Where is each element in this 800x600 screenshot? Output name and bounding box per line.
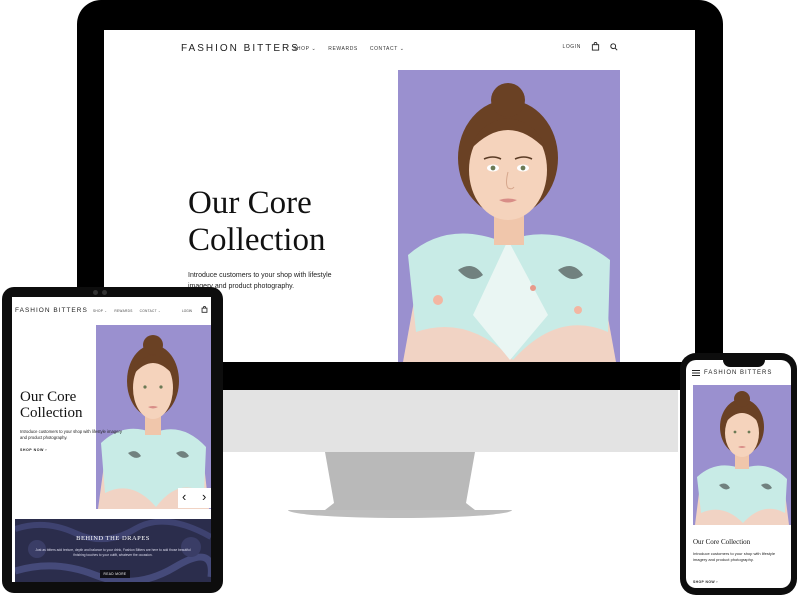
tablet-carousel-controls: ‹ › — [178, 488, 211, 508]
tablet-hero-image — [96, 325, 211, 509]
chevron-left-icon[interactable]: ‹ — [182, 490, 186, 504]
tablet-shop-now-link[interactable]: SHOP NOW › — [20, 448, 47, 452]
search-icon[interactable] — [610, 42, 618, 51]
tablet-nav-contact[interactable]: CONTACT ⌄ — [140, 309, 161, 313]
arrow-right-icon: › — [716, 580, 718, 584]
chevron-down-icon: ⌄ — [311, 46, 317, 52]
desktop-nav-rewards[interactable]: REWARDS — [328, 46, 358, 52]
phone-notch — [723, 356, 765, 367]
tablet-nav-shop[interactable]: SHOP ⌄ — [93, 309, 107, 313]
tablet-nav-rewards[interactable]: REWARDS — [114, 309, 132, 313]
desktop-hero-title: Our Core Collection — [188, 185, 326, 258]
desktop-hero-image — [398, 70, 620, 362]
tablet-hero-description: Introduce customers to your shop with li… — [20, 429, 122, 440]
phone-hero-description: Introduce customers to your shop with li… — [693, 551, 776, 562]
arrow-right-icon: › — [45, 448, 48, 452]
shopping-bag-icon[interactable] — [591, 42, 600, 51]
desktop-nav-shop[interactable]: SHOP ⌄ — [293, 46, 316, 52]
tablet-hero-title: Our Core Collection — [20, 389, 83, 421]
desktop-monitor-base — [288, 510, 512, 518]
desktop-brand-logo[interactable]: FASHION BITTERS — [181, 43, 300, 54]
tablet-banner-title: BEHIND THE DRAPES — [76, 535, 150, 542]
tablet-login-link[interactable]: LOGIN — [182, 309, 192, 313]
desktop-main-nav: SHOP ⌄ REWARDS CONTACT ⌄ — [293, 46, 405, 52]
phone-screen: FASHION BITTERS Our Core Collection Intr… — [686, 360, 791, 588]
desktop-monitor-chin — [222, 390, 678, 452]
tablet-main-nav: SHOP ⌄ REWARDS CONTACT ⌄ — [93, 309, 161, 313]
tablet-camera — [93, 290, 98, 295]
desktop-monitor-stand — [325, 452, 475, 510]
phone-hero-image — [693, 385, 791, 525]
chevron-down-icon: ⌄ — [399, 46, 405, 52]
phone-hero-title: Our Core Collection — [693, 538, 751, 546]
phone-shop-now-link[interactable]: SHOP NOW › — [693, 580, 718, 584]
tablet-banner-text: Just as bitters add texture, depth and b… — [35, 548, 191, 557]
desktop-login-link[interactable]: LOGIN — [562, 44, 581, 50]
desktop-header-actions: LOGIN — [562, 42, 618, 51]
menu-icon[interactable] — [692, 370, 700, 376]
tablet-screen: FASHION BITTERS SHOP ⌄ REWARDS CONTACT ⌄… — [12, 297, 211, 582]
tablet-promo-banner: BEHIND THE DRAPES Just as bitters add te… — [15, 519, 211, 582]
tablet-read-more-button[interactable]: READ MORE — [100, 570, 130, 578]
phone-brand-logo[interactable]: FASHION BITTERS — [704, 370, 772, 376]
tablet-brand-logo[interactable]: FASHION BITTERS — [15, 307, 88, 314]
chevron-right-icon[interactable]: › — [202, 490, 206, 504]
tablet-sensor — [102, 290, 107, 295]
shopping-bag-icon[interactable] — [201, 306, 208, 313]
desktop-nav-contact[interactable]: CONTACT ⌄ — [370, 46, 405, 52]
